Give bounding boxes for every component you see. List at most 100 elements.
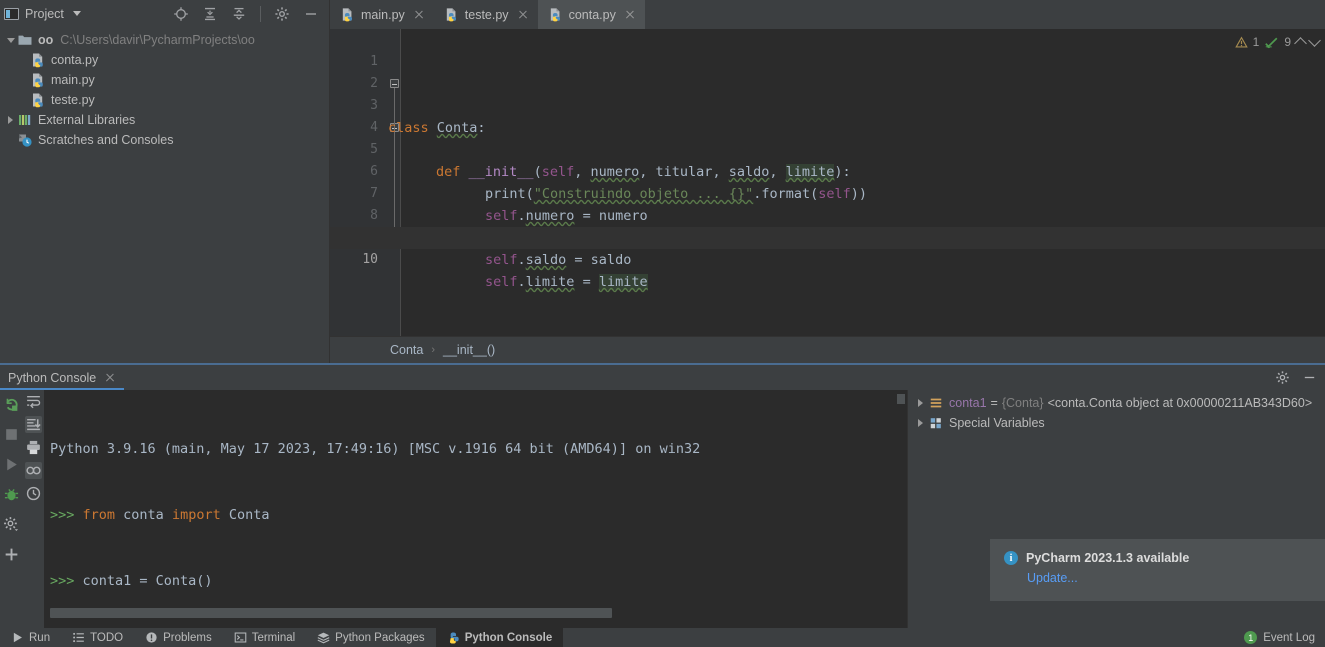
close-icon[interactable]: [624, 9, 636, 21]
python-file-icon: [550, 8, 560, 22]
status-item-problems[interactable]: Problems: [134, 628, 223, 647]
expand-arrow[interactable]: [4, 37, 17, 43]
python-file-icon: [33, 93, 43, 108]
console-horizontal-scrollbar[interactable]: [50, 608, 898, 618]
event-log-label[interactable]: Event Log: [1263, 632, 1315, 644]
variable-name: conta1: [949, 396, 987, 410]
run-icon[interactable]: [3, 456, 20, 473]
info-icon: i: [1004, 551, 1018, 565]
variable-row-special-variables[interactable]: Special Variables: [908, 413, 1325, 433]
keyword-import: import: [171, 507, 221, 523]
editor-area: main.py teste.py conta.py 1 2 3 class Co…: [330, 0, 1325, 363]
status-item-label: TODO: [90, 631, 124, 644]
console-text: Python 3.9.16 (main, May 17 2023, 17:49:…: [50, 441, 701, 457]
tree-node-label: conta.py: [51, 53, 99, 67]
console-gutter-toolbar: [22, 390, 44, 628]
status-item-label: Run: [29, 631, 51, 644]
console-line-3: >>> conta1 = Conta(): [50, 570, 907, 592]
expand-arrow[interactable]: [914, 419, 927, 427]
previous-problem-icon[interactable]: [1294, 37, 1307, 50]
tree-node-teste-py[interactable]: teste.py: [0, 90, 329, 110]
packages-icon: [317, 632, 330, 644]
warning-triangle-icon[interactable]: [1234, 35, 1248, 49]
chevron-right-icon: ›: [431, 344, 436, 356]
tree-node-oo[interactable]: oo C:\Users\davir\PycharmProjects\oo: [0, 30, 329, 50]
project-panel-title-group[interactable]: Project: [4, 7, 81, 21]
inspection-count: 9: [1284, 35, 1291, 49]
soft-wrap-icon[interactable]: [25, 393, 42, 410]
next-problem-icon[interactable]: [1308, 34, 1321, 47]
code-line-8: 8 self.titular = titular: [330, 183, 1325, 246]
code-text: self.saldo = saldo: [485, 252, 632, 268]
code-lines: 1 2 3 class Conta: 4 5 def __init__(self…: [330, 29, 1325, 336]
breadcrumb-class[interactable]: Conta: [390, 343, 423, 357]
editor-tab-teste-py[interactable]: teste.py: [434, 0, 538, 29]
editor-tab-label: teste.py: [464, 7, 509, 22]
breadcrumb-method[interactable]: __init__(): [443, 343, 495, 357]
rerun-icon[interactable]: [3, 396, 20, 413]
tree-node-label: External Libraries: [38, 113, 136, 127]
scrollbar-thumb[interactable]: [50, 608, 612, 618]
expand-arrow[interactable]: [4, 116, 17, 124]
code-line-9: 9 self.saldo = saldo: [330, 205, 1325, 268]
tree-node-conta-py[interactable]: conta.py: [0, 50, 329, 70]
libraries-icon: [19, 115, 31, 125]
view-icon[interactable]: [24, 462, 42, 479]
gear-icon[interactable]: [1275, 370, 1290, 385]
code-editor[interactable]: 1 2 3 class Conta: 4 5 def __init__(self…: [330, 29, 1325, 336]
tree-node-scratches-and-consoles[interactable]: Scratches and Consoles: [0, 130, 329, 150]
terminal-icon: [234, 632, 247, 643]
editor-tab-main-py[interactable]: main.py: [330, 0, 434, 29]
inspection-widget[interactable]: 1 9: [1234, 34, 1321, 50]
python-file-icon: [446, 8, 456, 22]
status-item-python-packages[interactable]: Python Packages: [306, 628, 436, 647]
print-icon[interactable]: [25, 439, 42, 456]
folder-icon: [18, 35, 32, 45]
status-item-terminal[interactable]: Terminal: [223, 628, 306, 647]
notification-update-link[interactable]: Update...: [1027, 571, 1311, 585]
variable-type: {Conta}: [1001, 396, 1044, 410]
settings-icon[interactable]: [3, 516, 20, 533]
stop-icon[interactable]: [3, 426, 20, 443]
close-icon[interactable]: [104, 372, 116, 384]
editor-tabbar: main.py teste.py conta.py: [330, 0, 1325, 29]
console-output[interactable]: Python 3.9.16 (main, May 17 2023, 17:49:…: [44, 390, 907, 628]
locate-icon[interactable]: [173, 6, 189, 22]
python-file-icon: [33, 53, 43, 68]
console-vertical-scrollbar[interactable]: [897, 394, 905, 404]
code-line-3: 3 class Conta:: [330, 73, 1325, 136]
expand-arrow[interactable]: [914, 399, 927, 407]
warning-count: 1: [1252, 35, 1260, 49]
editor-tab-label: conta.py: [568, 7, 616, 22]
minimize-icon[interactable]: [303, 6, 319, 22]
debug-icon[interactable]: [3, 486, 20, 503]
status-item-run[interactable]: Run: [0, 628, 61, 647]
tree-node-main-py[interactable]: main.py: [0, 70, 329, 90]
tree-node-external-libraries[interactable]: External Libraries: [0, 110, 329, 130]
console-tab-python-console[interactable]: Python Console: [0, 365, 125, 390]
code-text: self.limite = limite: [485, 274, 648, 290]
scroll-to-end-icon[interactable]: [24, 416, 42, 433]
history-icon[interactable]: [25, 485, 42, 502]
minimize-icon[interactable]: [1302, 370, 1317, 385]
close-icon[interactable]: [517, 9, 529, 21]
status-item-python-console[interactable]: Python Console: [435, 628, 564, 647]
gear-icon[interactable]: [274, 6, 290, 22]
tree-node-label: main.py: [51, 73, 95, 87]
inspection-check-icon[interactable]: [1264, 36, 1279, 49]
console-line-1: Python 3.9.16 (main, May 17 2023, 17:49:…: [50, 438, 907, 460]
keyword-from: from: [82, 507, 116, 523]
close-icon[interactable]: [413, 9, 425, 21]
status-item-todo[interactable]: TODO: [61, 628, 134, 647]
project-path-label: C:\Users\davir\PycharmProjects\oo: [60, 33, 255, 47]
console-left-toolbar: [0, 390, 22, 628]
collapse-all-icon[interactable]: [231, 6, 247, 22]
variable-row-conta1[interactable]: conta1 = {Conta} <conta.Conta object at …: [908, 393, 1325, 413]
editor-tab-conta-py[interactable]: conta.py: [537, 0, 645, 29]
add-icon[interactable]: [3, 546, 20, 563]
notification-popup[interactable]: i PyCharm 2023.1.3 available Update...: [990, 539, 1325, 601]
tree-node-label: oo: [38, 33, 54, 47]
project-panel-toolbar: [173, 5, 323, 22]
expand-all-icon[interactable]: [202, 6, 218, 22]
chevron-down-icon[interactable]: [72, 11, 81, 16]
